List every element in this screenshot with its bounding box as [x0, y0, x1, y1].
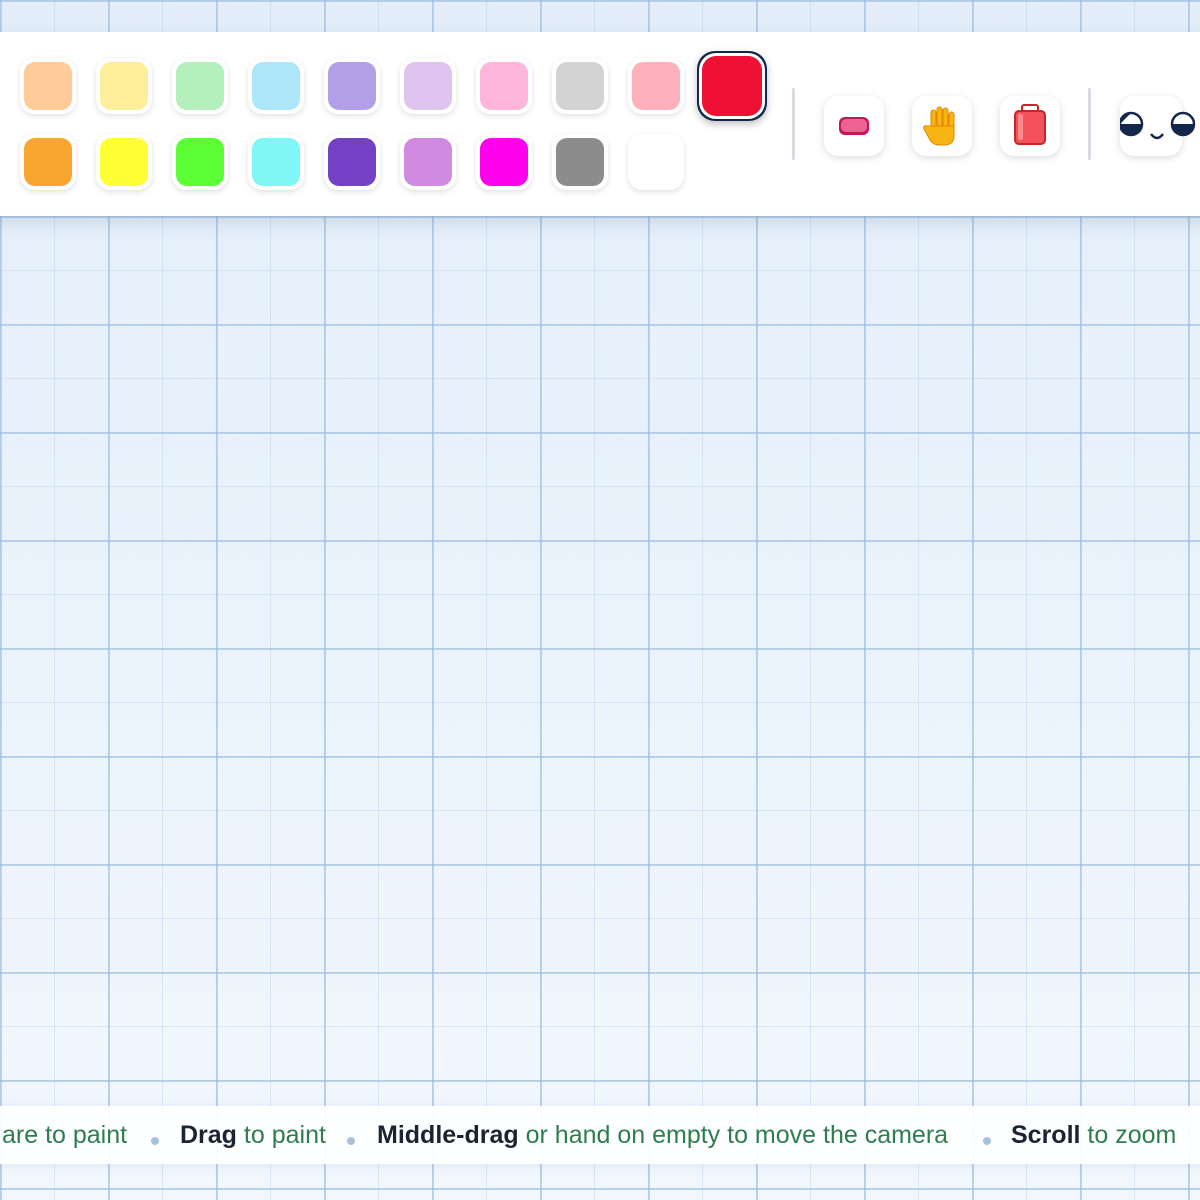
color-swatch-red[interactable]	[697, 51, 767, 121]
swatch-color-fill	[100, 138, 148, 186]
swatch-color-fill	[176, 62, 224, 110]
toolbar	[0, 32, 1200, 216]
hint-scroll: Scroll to zoom	[1011, 1121, 1177, 1149]
swatch-color-fill	[702, 56, 762, 116]
color-swatch-light-gray[interactable]	[552, 58, 608, 114]
swatch-color-fill	[100, 62, 148, 110]
color-swatch-cyan[interactable]	[248, 134, 304, 190]
swatch-color-fill	[252, 138, 300, 186]
toolbar-divider	[792, 88, 795, 160]
hand-tool-button[interactable]	[912, 96, 972, 156]
swatch-color-fill	[556, 62, 604, 110]
color-swatch-orchid[interactable]	[400, 134, 456, 190]
color-swatch-orange[interactable]	[20, 134, 76, 190]
hand-icon	[923, 106, 955, 146]
toolbar-divider-2	[1088, 88, 1091, 160]
color-swatch-rose[interactable]	[628, 58, 684, 114]
color-swatch-gray[interactable]	[552, 134, 608, 190]
hint-middle-drag: Middle-drag or hand on empty to move the…	[377, 1121, 949, 1149]
color-swatch-lavender[interactable]	[324, 58, 380, 114]
face-button[interactable]	[1120, 96, 1196, 156]
color-swatch-light-yellow[interactable]	[96, 58, 152, 114]
color-swatch-purple[interactable]	[324, 134, 380, 190]
clear-bucket-icon	[1014, 104, 1046, 145]
color-swatch-light-lilac[interactable]	[400, 58, 456, 114]
hint-separator	[347, 1137, 355, 1145]
swatch-color-fill	[328, 138, 376, 186]
color-swatch-light-pink[interactable]	[476, 58, 532, 114]
swatch-color-fill	[176, 138, 224, 186]
swatch-color-fill	[328, 62, 376, 110]
swatch-color-fill	[480, 138, 528, 186]
swatch-color-fill	[632, 138, 680, 186]
face-icon	[1120, 111, 1196, 140]
hint-drag: Drag to paint	[180, 1121, 326, 1149]
color-swatch-white[interactable]	[628, 134, 684, 190]
hint-bar: are to paint Drag to paint Middle-drag o…	[0, 1106, 1200, 1164]
hint-paint-square: are to paint	[2, 1121, 128, 1149]
color-swatch-light-cyan[interactable]	[248, 58, 304, 114]
swatch-color-fill	[24, 62, 72, 110]
swatch-color-fill	[404, 62, 452, 110]
color-swatch-green[interactable]	[172, 134, 228, 190]
swatch-color-fill	[24, 138, 72, 186]
eraser-button[interactable]	[824, 96, 884, 156]
swatch-color-fill	[252, 62, 300, 110]
eraser-icon	[839, 117, 869, 135]
color-swatch-yellow[interactable]	[96, 134, 152, 190]
swatch-color-fill	[556, 138, 604, 186]
clear-button[interactable]	[1000, 96, 1060, 156]
hint-separator	[151, 1137, 159, 1145]
color-swatch-magenta[interactable]	[476, 134, 532, 190]
color-swatch-peach[interactable]	[20, 58, 76, 114]
hint-separator	[983, 1137, 991, 1145]
swatch-color-fill	[404, 138, 452, 186]
color-swatch-light-green[interactable]	[172, 58, 228, 114]
swatch-color-fill	[632, 62, 680, 110]
swatch-color-fill	[480, 62, 528, 110]
